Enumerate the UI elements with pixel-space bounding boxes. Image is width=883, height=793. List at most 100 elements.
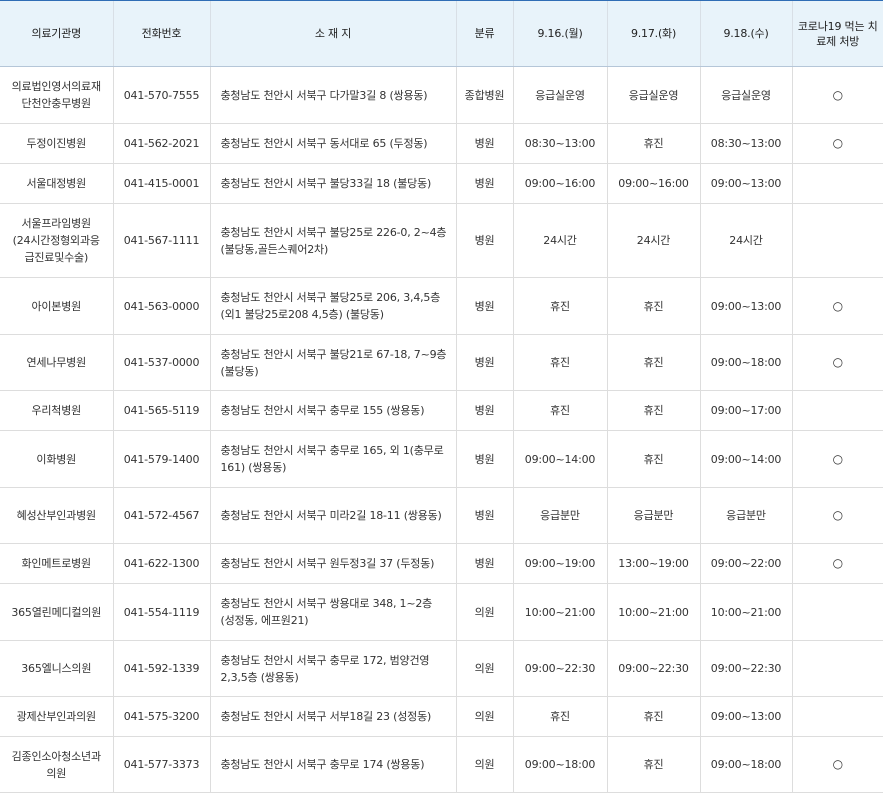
cell-hospital-name: 의료법인영서의료재단천안충무병원	[0, 66, 113, 124]
table-row: 김종인소아청소년과의원 041-577-3373 충청남도 천안시 서북구 충무…	[0, 736, 883, 793]
cell-phone: 041-622-1300	[112, 543, 210, 584]
cell-category: 병원	[455, 390, 513, 431]
header-day-2: 9.17.(화)	[606, 0, 700, 67]
cell-covid-mark: ○	[791, 123, 883, 164]
table-row: 두정이진병원 041-562-2021 충청남도 천안시 서북구 동서대로 65…	[0, 123, 883, 164]
cell-category: 병원	[455, 277, 513, 335]
cell-covid-mark: ○	[791, 334, 883, 391]
cell-address: 충청남도 천안시 서북구 쌍용대로 348, 1~2층 (성정동, 에프원21)	[209, 583, 456, 641]
table-row: 광제산부인과의원 041-575-3200 충청남도 천안시 서북구 서부18길…	[0, 696, 883, 737]
cell-day-1: 09:00~14:00	[512, 430, 607, 488]
table-row: 서울대정병원 041-415-0001 충청남도 천안시 서북구 불당33길 1…	[0, 163, 883, 204]
header-covid-treatment: 코로나19 먹는 치료제 처방	[791, 0, 883, 67]
table-header-row: 의료기관명 전화번호 소 재 지 분류 9.16.(월) 9.17.(화) 9.…	[0, 0, 883, 67]
cell-day-3: 09:00~18:00	[699, 736, 792, 793]
cell-address: 충청남도 천안시 서북구 불당21로 67-18, 7~9층 (불당동)	[209, 334, 456, 391]
cell-day-1: 휴진	[512, 696, 607, 737]
cell-day-1: 응급분만	[512, 487, 607, 544]
cell-category: 병원	[455, 203, 513, 278]
cell-category: 병원	[455, 163, 513, 204]
cell-phone: 041-575-3200	[112, 696, 210, 737]
cell-day-2: 휴진	[606, 277, 700, 335]
cell-hospital-name: 이화병원	[0, 430, 113, 488]
cell-hospital-name: 혜성산부인과병원	[0, 487, 113, 544]
cell-category: 종합병원	[455, 66, 513, 124]
cell-day-1: 응급실운영	[512, 66, 607, 124]
cell-day-3: 09:00~13:00	[699, 163, 792, 204]
cell-category: 병원	[455, 334, 513, 391]
cell-phone: 041-579-1400	[112, 430, 210, 488]
cell-day-3: 응급실운영	[699, 66, 792, 124]
cell-day-1: 09:00~19:00	[512, 543, 607, 584]
header-address: 소 재 지	[209, 0, 456, 67]
cell-hospital-name: 화인메트로병원	[0, 543, 113, 584]
table-row: 365열린메디컬의원 041-554-1119 충청남도 천안시 서북구 쌍용대…	[0, 583, 883, 641]
cell-covid-mark	[791, 163, 883, 204]
cell-phone: 041-577-3373	[112, 736, 210, 793]
table-row: 이화병원 041-579-1400 충청남도 천안시 서북구 충무로 165, …	[0, 430, 883, 488]
cell-day-2: 휴진	[606, 123, 700, 164]
cell-hospital-name: 아이본병원	[0, 277, 113, 335]
table-row: 우리척병원 041-565-5119 충청남도 천안시 서북구 충무로 155 …	[0, 390, 883, 431]
cell-day-3: 08:30~13:00	[699, 123, 792, 164]
cell-phone: 041-554-1119	[112, 583, 210, 641]
cell-address: 충청남도 천안시 서북구 불당25로 226-0, 2~4층 (불당동,골든스퀘…	[209, 203, 456, 278]
cell-category: 병원	[455, 123, 513, 164]
cell-day-2: 24시간	[606, 203, 700, 278]
cell-covid-mark	[791, 583, 883, 641]
cell-day-2: 휴진	[606, 430, 700, 488]
cell-category: 병원	[455, 487, 513, 544]
cell-address: 충청남도 천안시 서북구 불당25로 206, 3,4,5층(외1 불당25로2…	[209, 277, 456, 335]
cell-day-1: 09:00~16:00	[512, 163, 607, 204]
cell-day-1: 휴진	[512, 334, 607, 391]
table-row: 연세나무병원 041-537-0000 충청남도 천안시 서북구 불당21로 6…	[0, 334, 883, 391]
cell-covid-mark: ○	[791, 430, 883, 488]
cell-address: 충청남도 천안시 서북구 충무로 172, 범양건영 2,3,5층 (쌍용동)	[209, 640, 456, 697]
cell-day-2: 응급실운영	[606, 66, 700, 124]
table-row: 서울프라임병원(24시간정형외과응급진료및수술) 041-567-1111 충청…	[0, 203, 883, 278]
cell-hospital-name: 365열린메디컬의원	[0, 583, 113, 641]
cell-address: 충청남도 천안시 서북구 원두정3길 37 (두정동)	[209, 543, 456, 584]
cell-day-3: 응급분만	[699, 487, 792, 544]
cell-address: 충청남도 천안시 서북구 서부18길 23 (성정동)	[209, 696, 456, 737]
cell-category: 의원	[455, 696, 513, 737]
cell-category: 병원	[455, 543, 513, 584]
cell-day-3: 10:00~21:00	[699, 583, 792, 641]
cell-hospital-name: 김종인소아청소년과의원	[0, 736, 113, 793]
header-hospital-name: 의료기관명	[0, 0, 113, 67]
cell-day-3: 09:00~14:00	[699, 430, 792, 488]
header-day-3: 9.18.(수)	[699, 0, 792, 67]
cell-day-2: 09:00~16:00	[606, 163, 700, 204]
cell-covid-mark	[791, 640, 883, 697]
cell-day-2: 휴진	[606, 696, 700, 737]
cell-day-2: 휴진	[606, 390, 700, 431]
cell-day-2: 휴진	[606, 736, 700, 793]
cell-day-1: 08:30~13:00	[512, 123, 607, 164]
cell-phone: 041-592-1339	[112, 640, 210, 697]
table-row: 아이본병원 041-563-0000 충청남도 천안시 서북구 불당25로 20…	[0, 277, 883, 335]
cell-covid-mark	[791, 696, 883, 737]
cell-hospital-name: 우리척병원	[0, 390, 113, 431]
cell-day-1: 휴진	[512, 277, 607, 335]
table-row: 혜성산부인과병원 041-572-4567 충청남도 천안시 서북구 미라2길 …	[0, 487, 883, 544]
cell-day-1: 09:00~22:30	[512, 640, 607, 697]
cell-day-1: 10:00~21:00	[512, 583, 607, 641]
cell-phone: 041-562-2021	[112, 123, 210, 164]
cell-covid-mark: ○	[791, 277, 883, 335]
cell-covid-mark: ○	[791, 66, 883, 124]
cell-day-3: 09:00~18:00	[699, 334, 792, 391]
cell-address: 충청남도 천안시 서북구 다가말3길 8 (쌍용동)	[209, 66, 456, 124]
cell-hospital-name: 두정이진병원	[0, 123, 113, 164]
cell-day-2: 13:00~19:00	[606, 543, 700, 584]
cell-hospital-name: 서울대정병원	[0, 163, 113, 204]
cell-day-2: 10:00~21:00	[606, 583, 700, 641]
cell-covid-mark	[791, 203, 883, 278]
cell-hospital-name: 연세나무병원	[0, 334, 113, 391]
cell-category: 의원	[455, 736, 513, 793]
header-day-1: 9.16.(월)	[512, 0, 607, 67]
cell-covid-mark: ○	[791, 736, 883, 793]
cell-address: 충청남도 천안시 서북구 불당33길 18 (불당동)	[209, 163, 456, 204]
cell-address: 충청남도 천안시 서북구 충무로 155 (쌍용동)	[209, 390, 456, 431]
cell-phone: 041-415-0001	[112, 163, 210, 204]
cell-address: 충청남도 천안시 서북구 동서대로 65 (두정동)	[209, 123, 456, 164]
